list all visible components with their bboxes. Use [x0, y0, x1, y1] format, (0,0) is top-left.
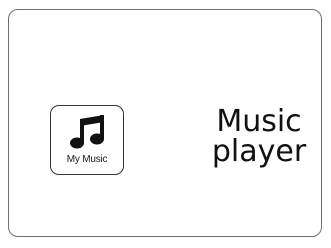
music-note-icon [70, 115, 104, 149]
device-screen: My Music Music player [8, 9, 322, 237]
page-title: Music player [199, 107, 319, 167]
my-music-label: My Music [66, 154, 108, 165]
my-music-app-button[interactable]: My Music [50, 105, 124, 175]
title-line-1: Music [216, 104, 302, 139]
title-line-2: player [211, 134, 307, 169]
